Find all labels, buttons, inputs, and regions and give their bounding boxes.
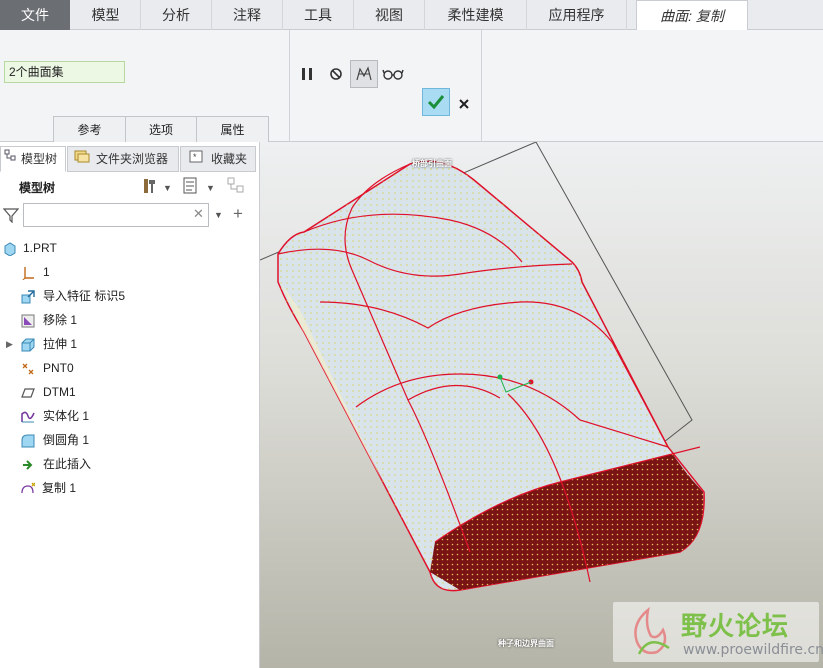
tree-item-label: 在此插入 (43, 457, 92, 471)
no-preview-icon[interactable] (322, 60, 350, 88)
tab-model[interactable]: 模型 (71, 0, 141, 30)
solidify-icon (21, 411, 35, 423)
extrude-icon (21, 338, 35, 352)
graphics-viewport[interactable]: 桥部引曲面 种子和边界曲面 野火论坛 www.proewildfire.cn (260, 142, 823, 668)
model-tree-title: 模型树 (19, 181, 56, 195)
copy-surface-icon (21, 482, 35, 494)
subtab-options[interactable]: 选项 (125, 116, 197, 142)
chevron-down-icon[interactable]: ▼ (214, 210, 223, 220)
model-tree: 1.PRT 1 导入特征 标识5 移除 1 ▶ 拉伸 1 PNT0 DTM1 实… (0, 236, 258, 500)
cancel-icon[interactable] (450, 90, 478, 118)
tree-item-label: 倒圆角 1 (43, 433, 90, 447)
ribbon-divider (289, 30, 290, 142)
datum-point-icon (22, 363, 34, 375)
tab-surface-copy[interactable]: 曲面: 复制 (636, 0, 748, 31)
tab-label: 收藏夹 (211, 152, 248, 166)
chevron-down-icon[interactable]: ▼ (206, 183, 215, 193)
tree-item-label: 移除 1 (43, 313, 78, 327)
folder-icon (74, 147, 90, 171)
settings-icon[interactable] (140, 177, 158, 199)
tree-item-pnt0[interactable]: PNT0 (0, 356, 258, 380)
ribbon-tab-bar: 文件 模型 分析 注释 工具 视图 柔性建模 应用程序 曲面: 复制 (0, 0, 823, 31)
remove-icon (21, 314, 35, 328)
chevron-down-icon[interactable]: ▼ (163, 183, 172, 193)
tree-item-label: 导入特征 标识5 (43, 289, 126, 303)
surface-set-collector[interactable]: 2个曲面集 (4, 61, 125, 83)
show-icon[interactable] (182, 177, 198, 199)
tab-label: 模型树 (21, 152, 58, 166)
verify-preview-icon[interactable] (350, 60, 378, 88)
insert-here-icon (23, 460, 33, 470)
flame-logo-icon (634, 606, 670, 655)
tree-item-part[interactable]: 1.PRT (0, 236, 258, 260)
tree-item-label: 拉伸 1 (43, 337, 78, 351)
import-feature-icon (21, 290, 35, 304)
round-icon (21, 434, 35, 448)
tree-item-import[interactable]: 导入特征 标识5 (0, 284, 258, 308)
add-icon[interactable]: + (233, 204, 243, 224)
filter-icon[interactable] (2, 207, 20, 226)
tree-item-label: 1.PRT (23, 241, 57, 255)
tree-item-solidify[interactable]: 实体化 1 (0, 404, 258, 428)
tab-folder-browser[interactable]: 文件夹浏览器 (67, 146, 179, 172)
surface-label: 桥部引曲面 (412, 159, 452, 168)
tree-item-extrude[interactable]: ▶ 拉伸 1 (0, 332, 258, 356)
tab-model-tree[interactable]: 模型树 (0, 146, 66, 172)
tab-analysis[interactable]: 分析 (141, 0, 212, 30)
expand-arrow-icon[interactable]: ▶ (6, 332, 13, 356)
tree-item-dtm1[interactable]: DTM1 (0, 380, 258, 404)
part-icon (4, 242, 16, 256)
tree-item-csys[interactable]: 1 (0, 260, 258, 284)
tab-file[interactable]: 文件 (0, 0, 70, 30)
glasses-icon[interactable] (379, 60, 407, 88)
tree-item-round[interactable]: 倒圆角 1 (0, 428, 258, 452)
clear-icon[interactable]: ✕ (193, 206, 204, 222)
tree-item-label: 1 (43, 265, 50, 279)
check-icon[interactable] (422, 88, 450, 116)
watermark-url: www.proewildfire.cn (683, 642, 823, 658)
tree-item-label: 实体化 1 (43, 409, 90, 423)
watermark-name: 野火论坛 (681, 612, 790, 642)
tree-item-insert-here[interactable]: 在此插入 (0, 452, 258, 476)
tree-search-input[interactable] (23, 203, 209, 227)
copy-dashboard: 2个曲面集 参考 选项 属性 (0, 30, 823, 142)
tree-item-label: DTM1 (43, 385, 76, 399)
disabled-tool-icon (227, 177, 247, 199)
tree-item-copy[interactable]: 复制 1 (0, 476, 258, 500)
subtab-references[interactable]: 参考 (53, 116, 126, 142)
model-tree-icon (4, 147, 18, 171)
svg-text:*: * (193, 152, 197, 162)
surface-label: 种子和边界曲面 (498, 639, 554, 648)
favorites-icon: * (189, 147, 203, 171)
tree-item-label: 复制 1 (42, 481, 77, 495)
subtab-properties[interactable]: 属性 (196, 116, 269, 142)
tab-applications[interactable]: 应用程序 (527, 0, 627, 30)
tab-flexible-modeling[interactable]: 柔性建模 (425, 0, 527, 30)
tab-annotate[interactable]: 注释 (212, 0, 283, 30)
datum-plane-icon (21, 388, 35, 398)
tree-item-remove[interactable]: 移除 1 (0, 308, 258, 332)
forum-watermark: 野火论坛 www.proewildfire.cn (613, 602, 823, 662)
ribbon-divider (481, 30, 482, 142)
surface-model (260, 142, 705, 592)
tab-favorites[interactable]: * 收藏夹 (180, 146, 256, 172)
model-tree-panel: 模型树 文件夹浏览器 * 收藏夹 模型树 ▼ ▼ ✕ ▼ + 1.PRT 1 导… (0, 142, 260, 668)
tree-item-label: PNT0 (43, 361, 74, 375)
tab-tools[interactable]: 工具 (283, 0, 354, 30)
tab-label: 文件夹浏览器 (96, 152, 169, 166)
tab-view[interactable]: 视图 (354, 0, 425, 30)
pause-icon[interactable] (293, 60, 321, 88)
csys-icon (22, 267, 34, 280)
